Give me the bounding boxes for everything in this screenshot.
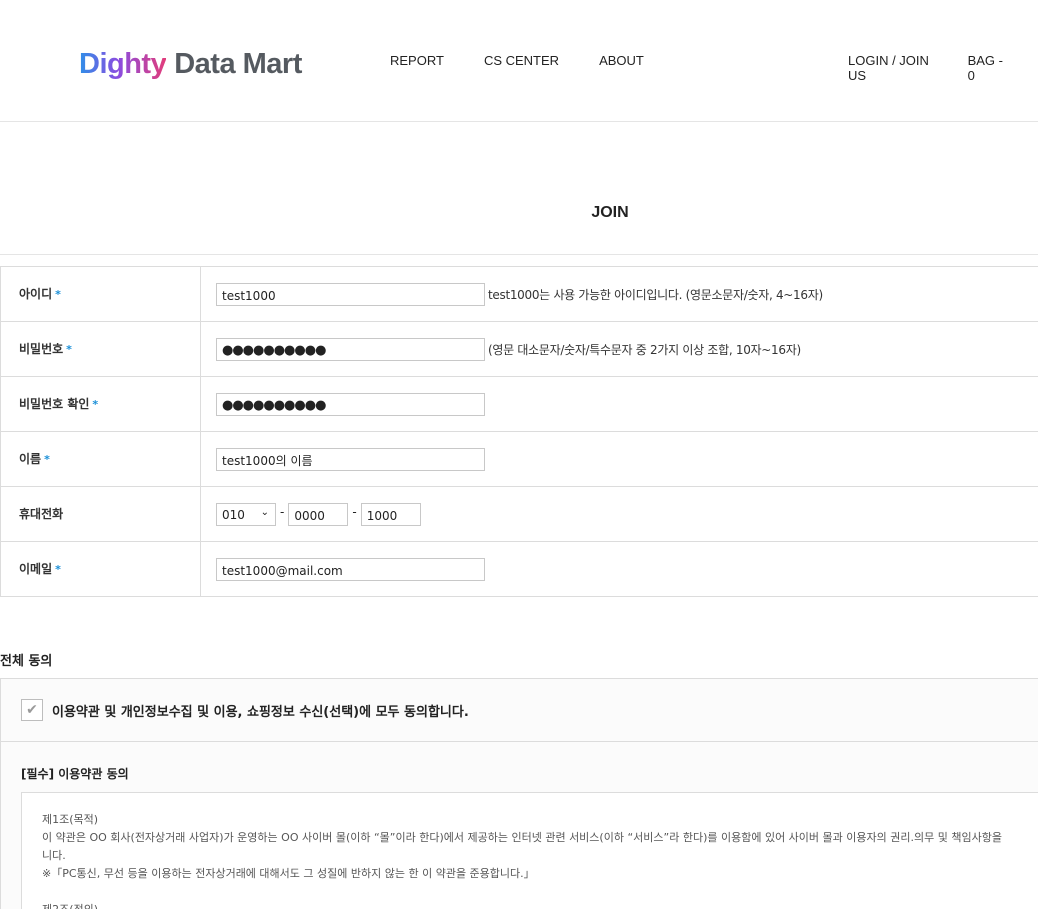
dash-separator: - <box>280 505 285 519</box>
terms-title: [필수] 이용약관 동의 <box>21 767 129 781</box>
required-mark: * <box>66 343 72 356</box>
id-input[interactable]: test1000 <box>216 283 485 306</box>
password-hint: (영문 대소문자/숫자/특수문자 중 2가지 이상 조합, 10자~16자) <box>488 343 801 357</box>
login-join-link[interactable]: LOGIN / JOIN US <box>848 53 938 83</box>
divider <box>0 254 1038 255</box>
agreement-box: ✔ 이용약관 및 개인정보수집 및 이용, 쇼핑정보 수신(선택)에 모두 동의… <box>0 678 1038 909</box>
checkmark-icon: ✔ <box>26 702 38 718</box>
required-mark: * <box>55 563 61 576</box>
phone-last-input[interactable]: 1000 <box>360 503 421 526</box>
terms-line <box>42 883 1038 901</box>
field-label: 비밀번호 * <box>1 322 201 376</box>
nav-about[interactable]: ABOUT <box>599 53 644 68</box>
form-row-id: 아이디 * test1000 test1000는 사용 가능한 아이디입니다. (… <box>1 267 1038 322</box>
phone-prefix-select[interactable]: 010 ⌄ <box>216 503 276 526</box>
form-row-phone: 휴대전화 010 ⌄ - 0000 - 1000 <box>1 487 1038 542</box>
terms-line: 제1조(목적) <box>42 813 99 826</box>
form-row-password-confirm: 비밀번호 확인 * ●●●●●●●●●● <box>1 377 1038 432</box>
bag-link[interactable]: BAG - 0 <box>968 53 1008 83</box>
nav-cs-center[interactable]: CS CENTER <box>484 53 559 68</box>
main-nav: REPORT CS CENTER ABOUT <box>390 53 684 68</box>
field-label: 휴대전화 <box>1 487 201 541</box>
join-form: 아이디 * test1000 test1000는 사용 가능한 아이디입니다. (… <box>0 266 1038 597</box>
field-label: 비밀번호 확인 * <box>1 377 201 431</box>
nav-report[interactable]: REPORT <box>390 53 444 68</box>
logo-data-mart: Data Mart <box>174 48 302 80</box>
agree-all-checkbox[interactable]: ✔ <box>21 699 43 721</box>
required-mark: * <box>44 453 50 466</box>
required-mark: * <box>55 288 61 301</box>
form-row-password: 비밀번호 * ●●●●●●●●●● (영문 대소문자/숫자/특수문자 중 2가지 … <box>1 322 1038 377</box>
page-title: JOIN <box>591 204 629 221</box>
id-hint: test1000는 사용 가능한 아이디입니다. (영문소문자/숫자, 4~16… <box>488 288 823 302</box>
name-input[interactable]: test1000의 이름 <box>216 448 485 471</box>
agree-section-title: 전체 동의 <box>0 654 53 669</box>
password-confirm-input[interactable]: ●●●●●●●●●● <box>216 393 485 416</box>
field-label: 아이디 * <box>1 267 201 321</box>
dash-separator: - <box>352 505 357 519</box>
terms-textbox[interactable]: 제1조(목적) 이 약관은 OO 회사(전자상거래 사업자)가 운영하는 OO … <box>21 792 1038 909</box>
chevron-down-icon: ⌄ <box>260 507 269 518</box>
field-label: 이메일 * <box>1 542 201 596</box>
field-label: 이름 * <box>1 432 201 486</box>
email-input[interactable]: test1000@mail.com <box>216 558 485 581</box>
password-input[interactable]: ●●●●●●●●●● <box>216 338 485 361</box>
terms-line: 이 약관은 OO 회사(전자상거래 사업자)가 운영하는 OO 사이버 몰(이하… <box>42 831 1002 844</box>
required-mark: * <box>92 398 99 411</box>
terms-line: ※「PC통신, 무선 등을 이용하는 전자상거래에 대해서도 그 성질에 반하지… <box>42 867 535 880</box>
logo-dighty: Dighty <box>79 44 167 84</box>
terms-line: 니다. <box>42 849 66 862</box>
form-row-name: 이름 * test1000의 이름 <box>1 432 1038 487</box>
agree-all-row[interactable]: ✔ 이용약관 및 개인정보수집 및 이용, 쇼핑정보 수신(선택)에 모두 동의… <box>1 679 1038 742</box>
terms-line: 제2조(정의) <box>42 901 1038 909</box>
form-row-email: 이메일 * test1000@mail.com <box>1 542 1038 597</box>
user-nav: LOGIN / JOIN US BAG - 0 <box>848 53 1038 83</box>
agree-all-label[interactable]: 이용약관 및 개인정보수집 및 이용, 쇼핑정보 수신(선택)에 모두 동의합니… <box>52 701 469 720</box>
site-header: Dighty Data Mart REPORT CS CENTER ABOUT … <box>0 0 1038 122</box>
phone-middle-input[interactable]: 0000 <box>288 503 349 526</box>
site-logo[interactable]: Dighty Data Mart <box>79 44 302 84</box>
